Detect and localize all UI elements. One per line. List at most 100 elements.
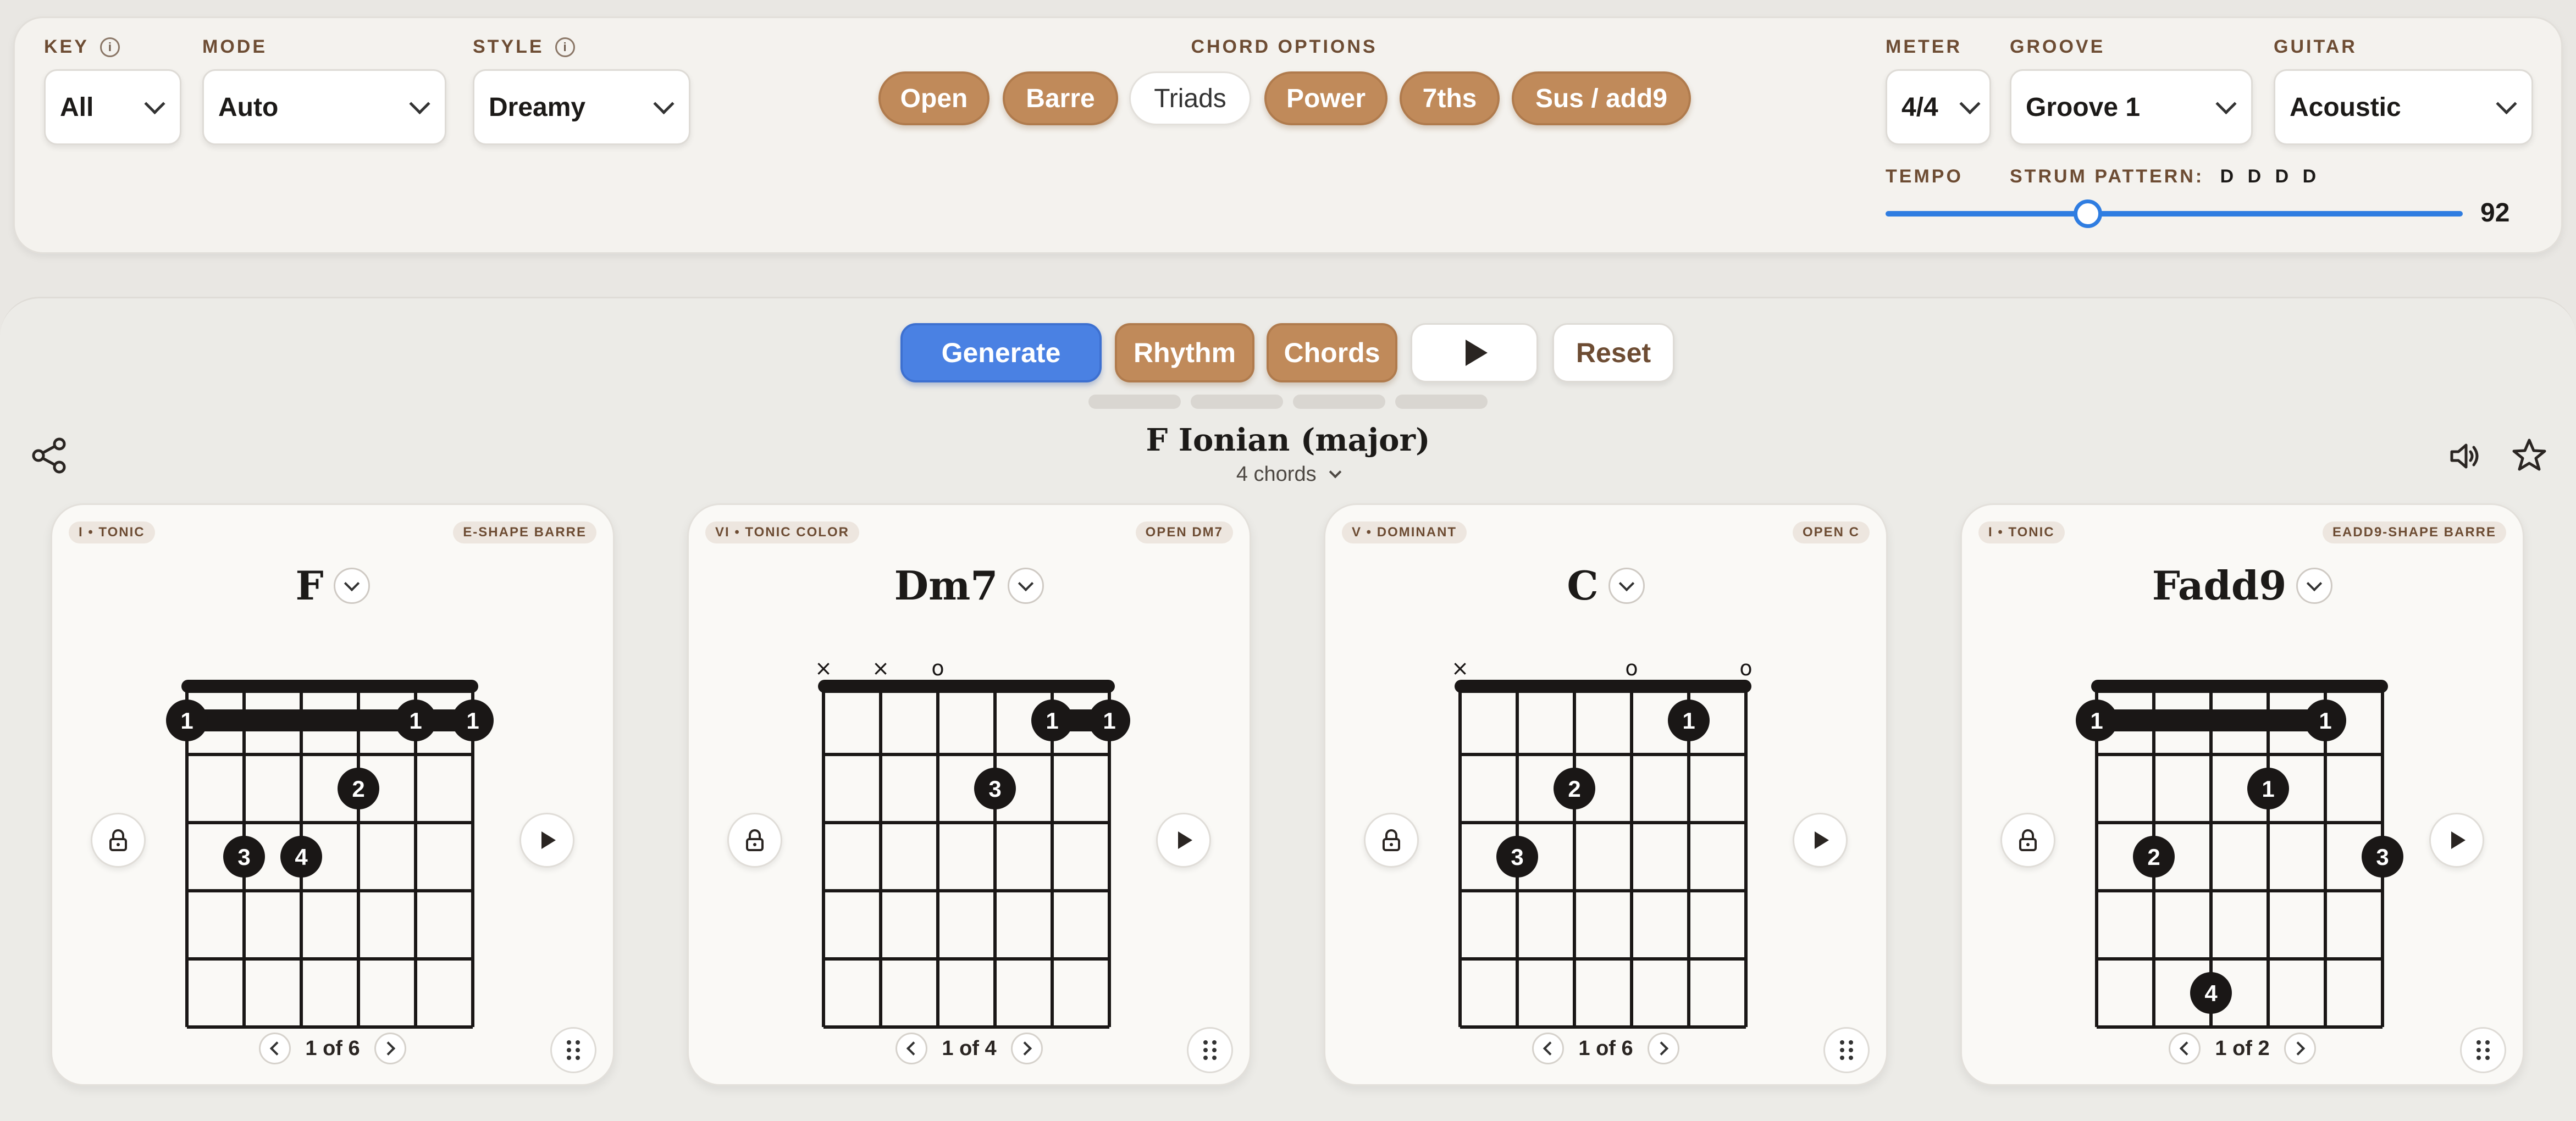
meter-select-value: 4/4 [1901, 92, 1938, 122]
chip-triads[interactable]: Triads [1129, 71, 1251, 125]
chord-function-tag: I • TONIC [1978, 521, 2065, 543]
chord-card: VI • TONIC COLOR OPEN DM7 Dm7 × × o 1 1 3 1 o… [687, 503, 1251, 1086]
star-icon[interactable] [2511, 437, 2547, 476]
voicing-counter: 1 of 4 [942, 1036, 997, 1060]
tempo-value: 92 [2480, 198, 2510, 227]
chord-variant-dropdown[interactable] [1608, 567, 1645, 604]
chord-card: I • TONIC EADD9-SHAPE BARRE Fadd9 1 1 1 2 3 4… [1960, 503, 2524, 1086]
finger-number: 1 [1103, 708, 1115, 734]
meter-select[interactable]: 4/4 [1886, 69, 1991, 145]
play-chord-button[interactable] [519, 813, 574, 868]
chord-variant-dropdown[interactable] [333, 567, 370, 604]
chord-count-dropdown[interactable]: 4 chords [1044, 463, 1532, 486]
info-icon[interactable]: i [555, 37, 575, 57]
finger-number: 4 [295, 844, 308, 870]
chip-sus-add9[interactable]: Sus / add9 [1512, 71, 1691, 125]
chevron-right-icon[interactable] [2284, 1033, 2316, 1064]
meter-label: METER [1886, 36, 1962, 57]
chevron-right-icon[interactable] [1647, 1033, 1679, 1064]
chevron-left-icon[interactable] [895, 1033, 928, 1064]
lock-button[interactable] [2000, 813, 2055, 868]
chord-card: I • TONIC E-SHAPE BARRE F 1 1 1 2 3 4 1 of 6 [51, 503, 615, 1086]
key-select[interactable]: All [44, 69, 181, 145]
drag-handle-icon[interactable] [1823, 1027, 1870, 1073]
chord-diagram: × o o 1 2 3 [1451, 656, 1753, 1029]
chevron-right-icon[interactable] [374, 1033, 406, 1064]
chord-variant-dropdown[interactable] [1008, 567, 1044, 604]
chord-name: Fadd9 [2152, 562, 2287, 609]
chords-button[interactable]: Chords [1267, 323, 1397, 382]
chip-open[interactable]: Open [878, 71, 990, 125]
lock-button[interactable] [727, 813, 782, 868]
style-select[interactable]: Dreamy [473, 69, 690, 145]
guitar-label: GUITAR [2274, 36, 2357, 57]
progress-segment [1293, 395, 1385, 409]
progress-segment [1088, 395, 1181, 409]
finger-number: 3 [2376, 844, 2389, 870]
strum-pattern-value: D D D D [2220, 166, 2321, 187]
chip-power[interactable]: Power [1264, 71, 1387, 125]
mode-label: MODE [202, 36, 267, 57]
chevron-right-icon[interactable] [1010, 1033, 1043, 1064]
reset-button[interactable]: Reset [1552, 323, 1674, 382]
drag-handle-icon[interactable] [1187, 1027, 1233, 1073]
volume-icon[interactable] [2447, 439, 2483, 476]
chip-barre[interactable]: Barre [1003, 71, 1118, 125]
nut [818, 680, 1115, 693]
guitar-select[interactable]: Acoustic [2274, 69, 2533, 145]
tempo-slider[interactable] [1886, 199, 2463, 228]
chord-shape-tag: OPEN DM7 [1135, 521, 1233, 543]
open-string-marker: o [931, 656, 944, 680]
info-icon[interactable]: i [99, 37, 120, 57]
chevron-down-icon [653, 93, 675, 115]
finger-number: 2 [1568, 776, 1580, 802]
mode-select-value: Auto [218, 92, 279, 122]
chevron-down-icon [409, 93, 430, 115]
finger-number: 1 [466, 708, 479, 734]
progress-segment [1191, 395, 1283, 409]
chevron-down-icon [2496, 93, 2517, 115]
rhythm-button[interactable]: Rhythm [1115, 323, 1254, 382]
play-button[interactable] [1411, 323, 1538, 382]
style-label: STYLE i [473, 36, 575, 58]
lock-icon [2019, 829, 2037, 851]
generate-button[interactable]: Generate [900, 323, 1102, 382]
chord-function-tag: VI • TONIC COLOR [705, 521, 859, 543]
tempo-slider-thumb[interactable] [2073, 199, 2102, 228]
lock-icon [746, 829, 764, 851]
play-icon [1466, 340, 1488, 366]
finger-number: 1 [1046, 708, 1058, 734]
muted-string-marker: × [1451, 656, 1469, 680]
voicing-pager: 1 of 6 [1325, 1033, 1886, 1064]
chip-7ths[interactable]: 7ths [1400, 71, 1500, 125]
lock-button[interactable] [1364, 813, 1419, 868]
chord-variant-dropdown[interactable] [2296, 567, 2333, 604]
chevron-left-icon[interactable] [1532, 1033, 1565, 1064]
chord-name: C [1567, 562, 1599, 609]
guitar-select-value: Acoustic [2290, 92, 2401, 122]
groove-select[interactable]: Groove 1 [2010, 69, 2253, 145]
open-string-marker: o [1625, 656, 1638, 680]
drag-handle-icon[interactable] [2460, 1027, 2506, 1073]
lock-button[interactable] [91, 813, 146, 868]
finger-number: 4 [2204, 980, 2218, 1006]
drag-handle-icon[interactable] [550, 1027, 596, 1073]
play-chord-button[interactable] [1793, 813, 1848, 868]
chord-name-row: Dm7 [689, 562, 1250, 609]
share-icon[interactable] [31, 437, 67, 476]
chord-shape-tag: E-SHAPE BARRE [453, 521, 596, 543]
key-select-value: All [60, 92, 94, 122]
chord-function-tag: V • DOMINANT [1342, 521, 1467, 543]
chord-diagram: × × o 1 1 3 [815, 656, 1130, 1029]
voicing-counter: 1 of 6 [1578, 1036, 1633, 1060]
chord-name-row: Fadd9 [1962, 562, 2523, 609]
chord-diagram: 1 1 1 2 3 4 [166, 680, 494, 1029]
finger-number: 3 [237, 844, 250, 870]
strum-pattern-label: STRUM PATTERN: D D D D [2010, 166, 2321, 187]
mode-select[interactable]: Auto [202, 69, 446, 145]
play-chord-button[interactable] [2429, 813, 2484, 868]
chevron-left-icon[interactable] [2169, 1033, 2201, 1064]
chevron-down-icon [1329, 465, 1342, 479]
chevron-left-icon[interactable] [259, 1033, 291, 1064]
play-chord-button[interactable] [1156, 813, 1211, 868]
